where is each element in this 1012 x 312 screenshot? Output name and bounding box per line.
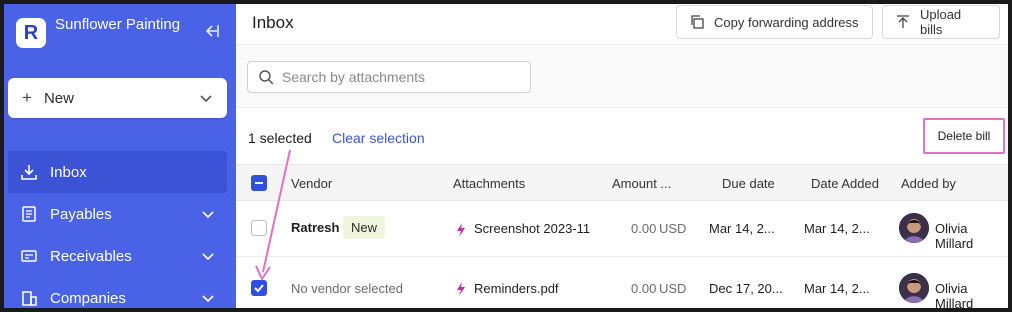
- sidebar-item-label: Receivables: [50, 247, 132, 265]
- table-row[interactable]: No vendor selected Reminders.pdf 0.00 US…: [236, 258, 1008, 308]
- copy-icon: [691, 15, 704, 29]
- bolt-icon: [457, 282, 465, 296]
- amount-value: 0.00: [631, 221, 657, 236]
- copy-forwarding-label: Copy forwarding address: [714, 14, 859, 30]
- attachment-name[interactable]: Reminders.pdf: [474, 281, 559, 296]
- column-header-vendor[interactable]: Vendor: [291, 176, 332, 191]
- upload-bills-label: Upload bills: [919, 7, 962, 37]
- chevron-down-icon: [202, 211, 214, 219]
- select-all-checkbox[interactable]: [251, 175, 267, 191]
- search-bar-row: [236, 44, 1008, 108]
- company-logo: R: [16, 18, 46, 48]
- sidebar-item-label: Payables: [50, 205, 112, 223]
- plus-icon: +: [22, 88, 32, 107]
- attachment-name[interactable]: Screenshot 2023-11: [474, 221, 590, 236]
- top-bar: Inbox Copy forwarding address Upload bil…: [236, 4, 1008, 44]
- invoice-icon: [20, 247, 38, 265]
- date-added: Mar 14, 2...: [804, 221, 870, 236]
- sidebar-item-payables[interactable]: Payables: [8, 193, 227, 235]
- added-by-name: Olivia Millard: [935, 281, 974, 308]
- sidebar-item-label: Companies: [50, 289, 126, 307]
- building-icon: [20, 289, 38, 307]
- main-content: Inbox Copy forwarding address Upload bil…: [236, 4, 1008, 308]
- table-header: Vendor Attachments Amount ... Due date D…: [236, 164, 1008, 201]
- column-header-attachments[interactable]: Attachments: [453, 176, 525, 191]
- column-header-amount[interactable]: Amount ...: [612, 176, 671, 191]
- row-checkbox[interactable]: [251, 220, 267, 236]
- upload-icon: [896, 15, 909, 28]
- search-icon: [259, 70, 274, 85]
- app-window: R Sunflower Painting + New Inbox Payable…: [4, 4, 1008, 308]
- new-button[interactable]: + New: [8, 78, 227, 118]
- bolt-icon: [457, 223, 465, 237]
- selection-bar: 1 selected Clear selection Delete bill: [236, 110, 1008, 164]
- upload-bills-button[interactable]: Upload bills: [882, 5, 1000, 39]
- table-row[interactable]: Ratresh New Screenshot 2023-11 0.00 USD …: [236, 201, 1008, 257]
- row-checkbox[interactable]: [251, 280, 267, 296]
- clear-selection-link[interactable]: Clear selection: [332, 130, 425, 146]
- sidebar: R Sunflower Painting + New Inbox Payable…: [4, 4, 236, 308]
- delete-bill-button[interactable]: Delete bill: [923, 118, 1005, 154]
- date-added: Mar 14, 2...: [804, 281, 870, 296]
- sidebar-item-receivables[interactable]: Receivables: [8, 235, 227, 277]
- copy-forwarding-address-button[interactable]: Copy forwarding address: [676, 5, 873, 39]
- company-name: Sunflower Painting: [55, 16, 181, 33]
- column-header-date-added[interactable]: Date Added: [811, 176, 879, 191]
- amount-value: 0.00: [631, 281, 657, 296]
- search-box[interactable]: [247, 61, 531, 93]
- status-badge: New: [343, 216, 386, 239]
- sidebar-item-label: Inbox: [50, 163, 87, 181]
- sidebar-item-companies[interactable]: Companies: [8, 277, 227, 308]
- page-title: Inbox: [252, 13, 294, 32]
- selected-count: 1 selected: [248, 130, 312, 146]
- document-icon: [20, 205, 38, 223]
- logo-letter: R: [23, 21, 39, 44]
- column-header-added-by[interactable]: Added by: [901, 176, 956, 191]
- column-header-due-date[interactable]: Due date: [722, 176, 775, 191]
- sidebar-item-inbox[interactable]: Inbox: [8, 151, 227, 193]
- avatar: [899, 213, 929, 243]
- download-tray-icon: [20, 163, 38, 181]
- vendor-name: No vendor selected: [291, 281, 404, 296]
- chevron-down-icon: [200, 95, 212, 103]
- currency-code: USD: [659, 221, 687, 236]
- avatar: [899, 273, 929, 303]
- collapse-sidebar-icon[interactable]: [202, 22, 220, 40]
- vendor-name: Ratresh: [291, 220, 340, 235]
- currency-code: USD: [659, 281, 687, 296]
- due-date: Mar 14, 2...: [709, 221, 775, 236]
- chevron-down-icon: [202, 253, 214, 261]
- chevron-down-icon: [202, 295, 214, 303]
- search-input[interactable]: [281, 69, 520, 85]
- due-date: Dec 17, 20...: [709, 281, 783, 296]
- added-by-name: Olivia Millard: [935, 221, 974, 251]
- new-button-label: New: [43, 89, 74, 107]
